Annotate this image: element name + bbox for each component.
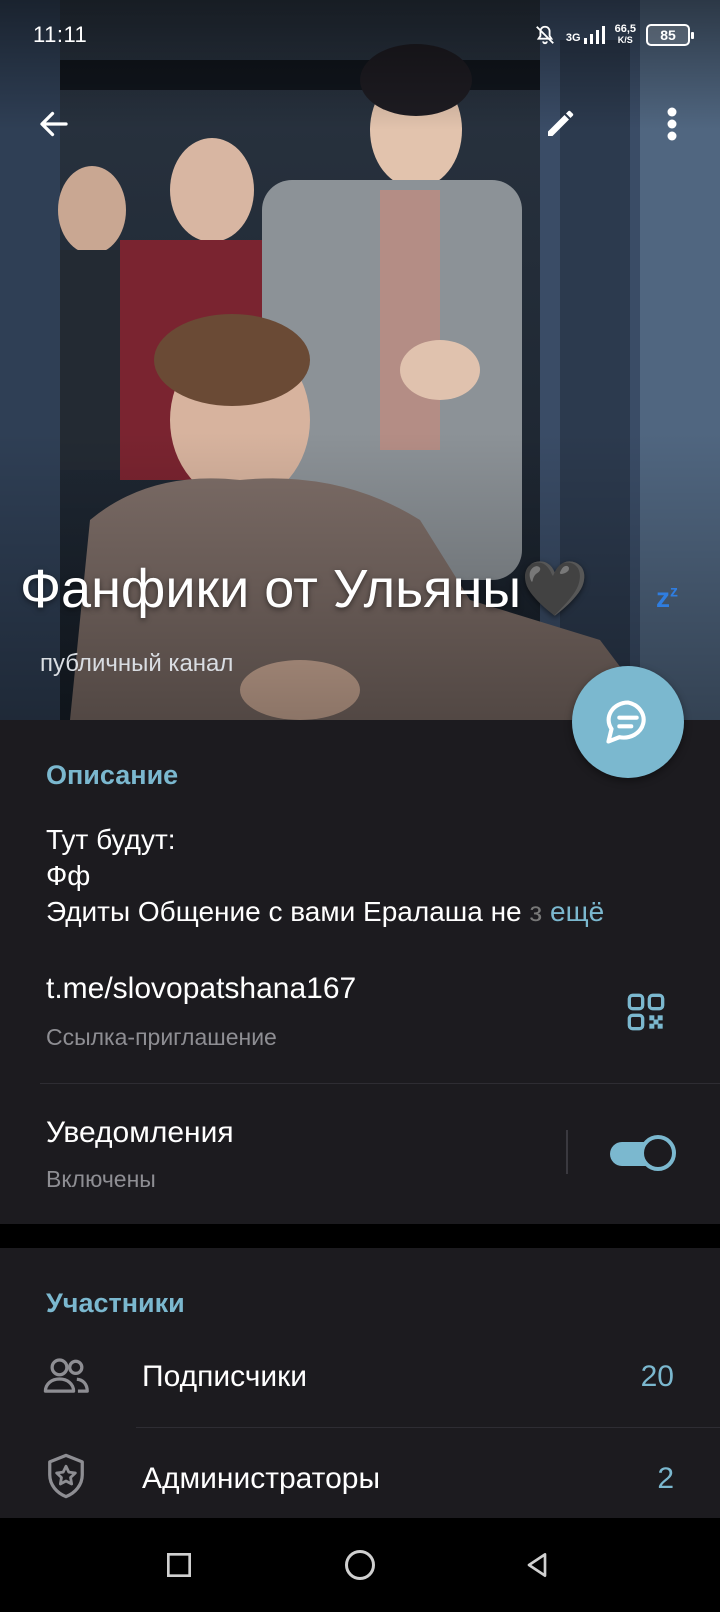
members-title: Участники	[46, 1288, 185, 1318]
channel-subtitle: публичный канал	[40, 650, 234, 677]
battery-level: 85	[660, 27, 676, 43]
administrators-count: 2	[657, 1462, 674, 1495]
status-bar: 11:11 3G 66,5 K/S 85	[0, 0, 720, 72]
notifications-label: Уведомления	[46, 1116, 234, 1149]
toggle-knob	[640, 1135, 676, 1171]
channel-description[interactable]: Тут будут: Фф Эдиты Общение с вами Ерала…	[46, 822, 604, 930]
chat-fab-button[interactable]	[572, 666, 684, 778]
notifications-state: Включены	[46, 1166, 156, 1192]
speed-unit: K/S	[617, 35, 633, 45]
pencil-icon	[548, 110, 574, 136]
description-fade: з	[521, 896, 551, 927]
arrow-left-icon	[40, 111, 68, 137]
home-icon	[345, 1550, 375, 1580]
shield-star-icon	[48, 1453, 84, 1499]
battery-icon: 85	[646, 24, 694, 46]
back-icon	[527, 1553, 547, 1577]
invite-link-caption: Ссылка-приглашение	[46, 1024, 277, 1050]
signal-icon: 3G	[566, 26, 605, 44]
sleep-zz-icon: zz	[656, 582, 678, 613]
mute-bell-icon	[535, 25, 554, 45]
status-icons: 3G 66,5 K/S 85	[534, 20, 694, 50]
description-title: Описание	[46, 760, 179, 790]
subscribers-count: 20	[640, 1360, 674, 1393]
back-button[interactable]	[26, 96, 82, 152]
administrators-label: Администраторы	[142, 1462, 381, 1495]
recent-apps-icon	[167, 1553, 191, 1577]
net-speed: 66,5 K/S	[615, 24, 636, 46]
speed-value: 66,5	[614, 23, 636, 35]
channel-title: Фанфики от Ульяны🖤	[20, 559, 589, 619]
invite-link[interactable]: t.me/slovopatshana167	[46, 972, 356, 1006]
administrators-row[interactable]: Администраторы 2	[0, 1428, 720, 1528]
network-type: 3G	[565, 32, 581, 44]
subscribers-row[interactable]: Подписчики 20	[0, 1326, 720, 1426]
nav-back-button[interactable]	[512, 1540, 562, 1590]
people-icon	[43, 1358, 89, 1393]
description-line: Фф	[46, 860, 91, 891]
more-menu-button[interactable]	[644, 96, 700, 152]
edit-button[interactable]	[532, 96, 588, 152]
description-line: Тут будут:	[46, 824, 176, 855]
divider	[40, 1083, 720, 1084]
notifications-toggle[interactable]	[610, 1134, 678, 1172]
description-line-text: Эдиты Общение с вами Ералаша не	[46, 896, 522, 927]
subscribers-label: Подписчики	[142, 1360, 308, 1393]
qr-code-icon[interactable]	[626, 992, 666, 1032]
system-nav-bar	[0, 1518, 720, 1612]
home-button[interactable]	[335, 1540, 385, 1590]
vertical-separator	[566, 1130, 568, 1174]
chat-bubble-icon	[606, 700, 646, 744]
recent-apps-button[interactable]	[154, 1540, 204, 1590]
more-vert-icon	[667, 107, 677, 141]
status-time: 11:11	[33, 22, 88, 47]
description-more-link[interactable]: ещё	[550, 896, 604, 927]
description-line: Эдиты Общение с вами Ералаша не з ещё	[46, 894, 604, 930]
